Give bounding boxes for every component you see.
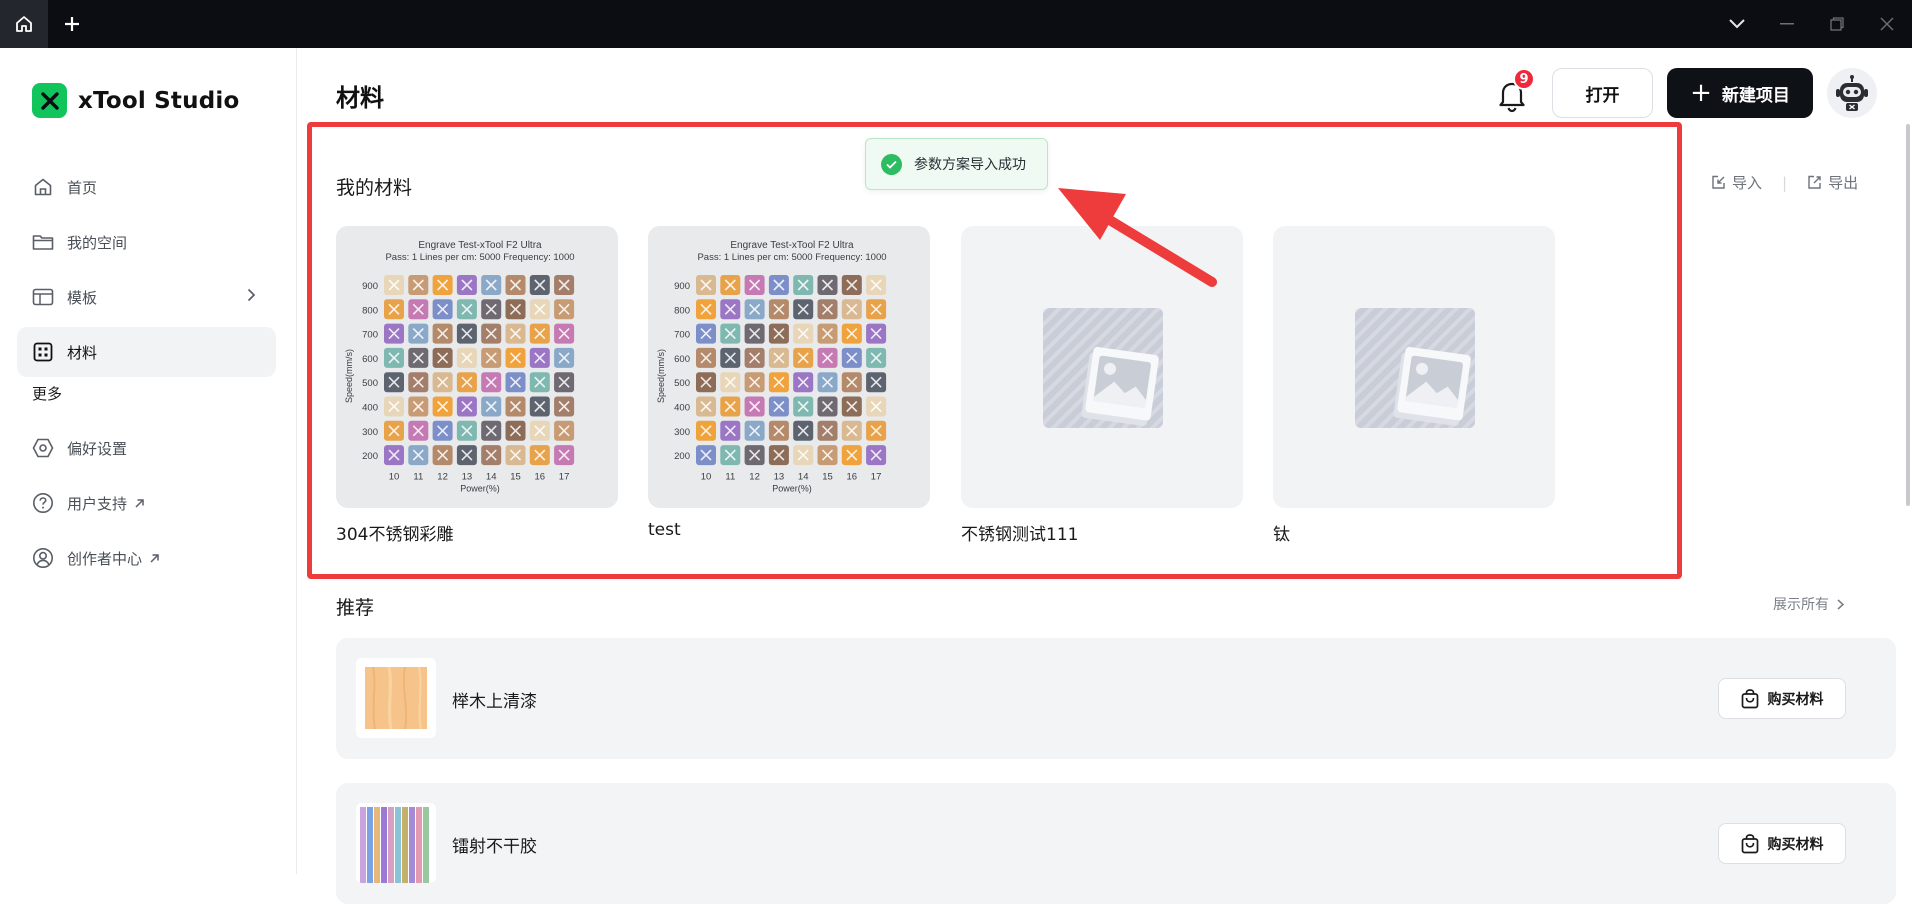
export-label: 导出: [1828, 174, 1859, 192]
sidebar-item-label: 偏好设置: [67, 439, 128, 458]
highlight-box: [307, 122, 1682, 579]
help-icon: [32, 492, 54, 514]
sidebar-item-user-support[interactable]: 用户支持: [17, 478, 276, 528]
chevron-right-icon: [247, 288, 256, 306]
sidebar-item-label: 我的空间: [67, 233, 128, 252]
laser-sticker-swatch-thumbnail: [356, 803, 436, 883]
buy-material-label: 购买材料: [1767, 691, 1824, 708]
recommended-item-name: 榉木上清漆: [452, 692, 537, 712]
close-window-button[interactable]: [1862, 0, 1912, 48]
restore-button[interactable]: [1812, 0, 1862, 48]
main-content: 材料 9 打开 + 新建项目 我的材料 导入 | 导出 Engrave Test…: [298, 48, 1912, 904]
toast-message: 参数方案导入成功: [914, 157, 1026, 173]
scrollbar[interactable]: [1906, 124, 1910, 506]
check-circle-icon: [881, 153, 902, 175]
chevron-down-icon: [1729, 19, 1745, 29]
app-logo[interactable]: xTool Studio: [32, 83, 239, 118]
arrow-annotation-icon: [1058, 188, 1217, 287]
user-icon: [32, 547, 54, 569]
external-link-icon: [149, 553, 160, 564]
more-section-heading: 更多: [32, 385, 63, 403]
new-project-button[interactable]: + 新建项目: [1667, 68, 1813, 118]
buy-material-label: 购买材料: [1767, 836, 1824, 853]
close-icon: [1880, 17, 1894, 31]
grid-icon: [32, 341, 54, 363]
sidebar-item-label: 模板: [67, 288, 98, 307]
notification-count-badge: 9: [1513, 68, 1535, 90]
settings-icon: [32, 437, 54, 459]
home-tab[interactable]: [0, 0, 48, 48]
sidebar-item-label: 用户支持: [67, 494, 128, 513]
show-all-label: 展示所有: [1773, 597, 1829, 613]
page-title: 材料: [336, 84, 384, 112]
import-export-actions: 导入 | 导出: [1711, 172, 1858, 193]
sidebar: xTool Studio 首页 我的空间 模板 材料 更多 偏好设置 用户支持 …: [0, 48, 297, 874]
plus-icon: +: [1690, 78, 1712, 108]
sidebar-item-label: 创作者中心: [67, 549, 143, 568]
wood-swatch-thumbnail: [356, 658, 436, 738]
sidebar-item-preferences[interactable]: 偏好设置: [17, 423, 276, 473]
new-project-label: 新建项目: [1721, 85, 1790, 106]
plus-icon: [65, 17, 79, 31]
sidebar-item-label: 首页: [67, 178, 98, 197]
folder-icon: [32, 231, 54, 253]
minimize-button[interactable]: [1762, 0, 1812, 48]
buy-material-button[interactable]: 购买材料: [1718, 823, 1846, 864]
sidebar-item-materials[interactable]: 材料: [17, 327, 276, 377]
import-label: 导入: [1732, 174, 1763, 192]
external-link-icon: [134, 498, 145, 509]
sidebar-item-templates[interactable]: 模板: [17, 272, 276, 322]
shopping-bag-icon: [1741, 833, 1758, 853]
restore-icon: [1830, 17, 1844, 31]
shopping-bag-icon: [1741, 688, 1758, 708]
show-all-link[interactable]: 展示所有: [1773, 594, 1844, 614]
open-button[interactable]: 打开: [1552, 68, 1653, 118]
home-icon: [16, 16, 32, 32]
export-button[interactable]: 导出: [1807, 172, 1858, 193]
divider: |: [1782, 173, 1788, 192]
success-toast: 参数方案导入成功: [865, 138, 1048, 190]
home-icon: [32, 176, 54, 198]
template-icon: [32, 286, 54, 308]
robot-avatar-icon: [1836, 75, 1868, 111]
recommended-item[interactable]: 镭射不干胶 购买材料: [336, 783, 1896, 904]
minimize-icon: [1780, 23, 1794, 25]
tab-list-button[interactable]: [1712, 0, 1762, 48]
sidebar-item-label: 材料: [67, 343, 98, 362]
sidebar-item-home[interactable]: 首页: [17, 162, 276, 212]
recommended-item-name: 镭射不干胶: [452, 837, 537, 857]
recommended-heading: 推荐: [336, 597, 375, 619]
sidebar-item-my-space[interactable]: 我的空间: [17, 217, 276, 267]
buy-material-button[interactable]: 购买材料: [1718, 678, 1846, 719]
import-button[interactable]: 导入: [1711, 172, 1762, 193]
recommended-item[interactable]: 榉木上清漆 购买材料: [336, 638, 1896, 759]
window-title-bar: [0, 0, 1912, 48]
import-icon: [1712, 175, 1725, 189]
new-tab-button[interactable]: [48, 0, 96, 48]
xtool-logo-icon: [32, 83, 67, 118]
chevron-right-icon: [1837, 598, 1844, 610]
avatar[interactable]: [1827, 68, 1877, 118]
sidebar-item-creator-center[interactable]: 创作者中心: [17, 533, 276, 583]
export-icon: [1808, 175, 1821, 189]
app-name: xTool Studio: [78, 87, 240, 114]
